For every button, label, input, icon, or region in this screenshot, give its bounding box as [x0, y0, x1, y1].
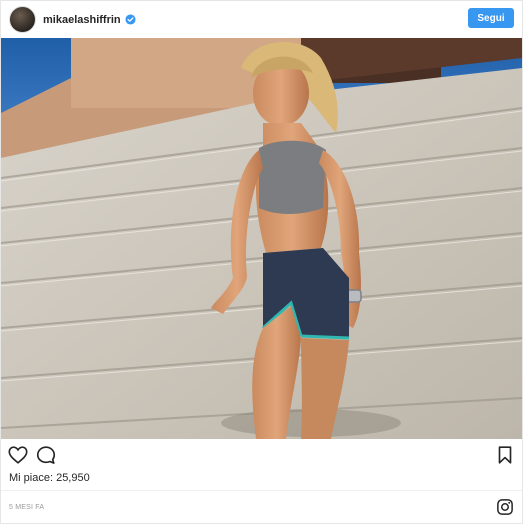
divider [1, 490, 522, 491]
bookmark-icon[interactable] [494, 444, 516, 466]
instagram-icon[interactable] [496, 498, 514, 516]
post-actions [1, 441, 522, 469]
follow-button[interactable]: Segui [468, 8, 514, 28]
verified-badge-icon [125, 14, 136, 25]
post-photo[interactable] [1, 38, 522, 439]
likes-count[interactable]: Mi piace: 25,950 [9, 472, 90, 484]
comment-icon[interactable] [35, 444, 57, 466]
heart-icon[interactable] [7, 444, 29, 466]
username[interactable]: mikaelashiffrin [43, 14, 121, 26]
post-timestamp[interactable]: 5 MESI FA [9, 504, 44, 511]
avatar[interactable] [9, 6, 36, 33]
post-header: mikaelashiffrin Segui [1, 1, 522, 38]
instagram-post: mikaelashiffrin Segui Mi piace: 25,950 5… [0, 0, 523, 524]
